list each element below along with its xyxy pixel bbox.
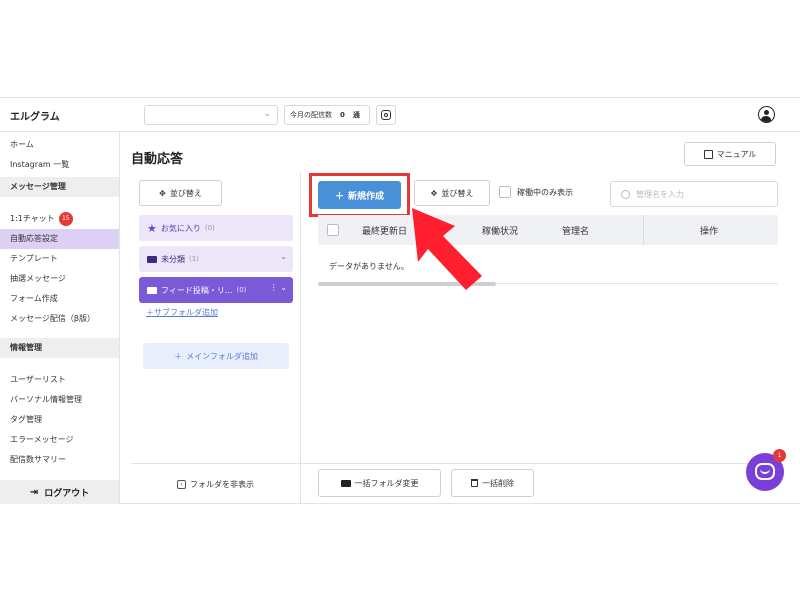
chevron-down-icon[interactable]: ⌄ bbox=[280, 252, 287, 261]
page-title: 自動応答 bbox=[131, 152, 184, 167]
folder-favorites[interactable]: ★ お気に入り (0) bbox=[139, 215, 293, 241]
active-only-checkbox[interactable] bbox=[499, 186, 511, 198]
instagram-button[interactable] bbox=[376, 105, 396, 125]
logout-icon: ⇥ bbox=[29, 486, 39, 498]
app-window: エルグラム ⌄ 今月の配信数 0 通 ホーム Instagram 一覧 メッセー… bbox=[0, 97, 800, 504]
sidebar-item-broadcast[interactable]: メッセージ配信（β版） bbox=[0, 309, 119, 329]
bulk-move-label: 一括フォルダ変更 bbox=[354, 478, 419, 488]
top-header: エルグラム ⌄ 今月の配信数 0 通 bbox=[0, 98, 800, 132]
active-only-label: 稼働中のみ表示 bbox=[517, 187, 573, 197]
notification-badge: 1 bbox=[773, 449, 786, 462]
monthly-delivery-count: 今月の配信数 0 通 bbox=[284, 105, 370, 125]
folder-feed-posts[interactable]: フィード投稿・リ... (0) ⋮ ⌄ bbox=[139, 277, 293, 303]
sidebar-item-chat[interactable]: 1:1チャット 15 bbox=[0, 209, 119, 229]
move-icon: ✥ bbox=[159, 188, 166, 198]
select-all-checkbox[interactable] bbox=[327, 224, 339, 236]
sidebar-item-user-list[interactable]: ユーザーリスト bbox=[0, 370, 119, 390]
kebab-menu-icon[interactable]: ⋮ bbox=[270, 283, 278, 292]
divider bbox=[300, 172, 301, 504]
folder-open-icon bbox=[147, 286, 157, 294]
sidebar-item-auto-reply[interactable]: 自動応答設定 bbox=[0, 229, 119, 249]
quota-unit: 通 bbox=[352, 111, 360, 119]
bulk-delete-button[interactable]: 一括削除 bbox=[451, 469, 534, 497]
search-box bbox=[610, 181, 778, 207]
search-input[interactable] bbox=[636, 189, 766, 199]
chat-support-button[interactable]: 1 bbox=[746, 449, 786, 491]
trash-icon bbox=[471, 479, 478, 487]
quota-count: 0 bbox=[340, 111, 345, 119]
annotation-arrow-icon bbox=[412, 208, 482, 290]
manual-button[interactable]: マニュアル bbox=[684, 142, 776, 166]
add-subfolder-link[interactable]: ＋サブフォルダ追加 bbox=[146, 307, 218, 318]
sidebar-item-label: 1:1チャット bbox=[10, 214, 55, 223]
folder-icon bbox=[147, 255, 157, 263]
folder-count: (1) bbox=[189, 255, 199, 263]
brand-logo[interactable]: エルグラム bbox=[10, 108, 60, 123]
folder-uncategorized[interactable]: 未分類 (1) ⌄ bbox=[139, 246, 293, 272]
list-sort-label: 並び替え bbox=[441, 188, 474, 198]
add-main-folder-button[interactable]: ＋ メインフォルダ追加 bbox=[143, 343, 289, 369]
sidebar: ホーム Instagram 一覧 メッセージ管理 1:1チャット 15 自動応答設… bbox=[0, 132, 120, 504]
sidebar-item-personal-info[interactable]: パーソナル情報管理 bbox=[0, 390, 119, 410]
sidebar-item-lottery[interactable]: 抽選メッセージ bbox=[0, 269, 119, 289]
sidebar-item-home[interactable]: ホーム bbox=[0, 135, 119, 155]
folder-sort-button[interactable]: ✥ 並び替え bbox=[139, 180, 222, 206]
table-header: 最終更新日 稼働状況 管理名 操作 bbox=[318, 215, 778, 245]
hide-folders-label: フォルダを非表示 bbox=[190, 479, 254, 489]
unread-badge: 15 bbox=[58, 211, 73, 226]
search-icon bbox=[621, 189, 630, 199]
add-main-folder-label: メインフォルダ追加 bbox=[186, 351, 258, 361]
manual-button-label: マニュアル bbox=[716, 149, 757, 159]
plus-icon: ＋ bbox=[174, 351, 183, 361]
add-subfolder-label: サブフォルダ追加 bbox=[154, 308, 218, 317]
folder-label: フィード投稿・リ... bbox=[161, 285, 233, 295]
sidebar-item-delivery-summary[interactable]: 配信数サマリー bbox=[0, 450, 119, 470]
sidebar-item-template[interactable]: テンプレート bbox=[0, 249, 119, 269]
plus-icon: ＋ bbox=[146, 308, 154, 317]
chevron-down-icon: ⌄ bbox=[263, 109, 271, 119]
collapse-left-icon: ‹ bbox=[177, 479, 186, 489]
folder-count: (0) bbox=[236, 286, 247, 294]
active-only-filter[interactable]: 稼働中のみ表示 bbox=[499, 186, 573, 198]
sidebar-item-tags[interactable]: タグ管理 bbox=[0, 410, 119, 430]
folder-menu[interactable]: ⋮ ⌄ bbox=[270, 283, 287, 292]
sidebar-section-message: メッセージ管理 bbox=[0, 177, 119, 197]
logout-button[interactable]: ⇥ ログアウト bbox=[0, 480, 119, 504]
folder-label: 未分類 bbox=[161, 254, 185, 264]
folder-icon bbox=[340, 479, 351, 487]
highlight-box bbox=[309, 173, 410, 217]
hide-folders-button[interactable]: ‹ フォルダを非表示 bbox=[131, 464, 300, 504]
empty-message: データがありません。 bbox=[329, 262, 409, 271]
folder-count: (0) bbox=[204, 224, 215, 232]
chevron-down-icon[interactable]: ⌄ bbox=[280, 283, 287, 292]
bulk-folder-change-button[interactable]: 一括フォルダ変更 bbox=[318, 469, 441, 497]
folder-sort-label: 並び替え bbox=[169, 188, 202, 198]
user-account-icon[interactable] bbox=[758, 106, 775, 123]
folder-label: お気に入り bbox=[160, 223, 201, 233]
column-header-actions: 操作 bbox=[700, 227, 719, 237]
move-icon: ✥ bbox=[430, 188, 438, 198]
quota-label: 今月の配信数 bbox=[290, 111, 332, 119]
star-icon: ★ bbox=[147, 221, 157, 235]
column-header-name: 管理名 bbox=[562, 227, 590, 237]
sidebar-item-error-messages[interactable]: エラーメッセージ bbox=[0, 430, 119, 450]
account-select[interactable]: ⌄ bbox=[144, 105, 278, 125]
bulk-delete-label: 一括削除 bbox=[482, 478, 514, 488]
book-icon bbox=[703, 149, 713, 159]
logout-label: ログアウト bbox=[44, 488, 90, 499]
sidebar-item-form[interactable]: フォーム作成 bbox=[0, 289, 119, 309]
sidebar-item-instagram-list[interactable]: Instagram 一覧 bbox=[0, 155, 119, 175]
sidebar-section-info: 情報管理 bbox=[0, 338, 119, 358]
